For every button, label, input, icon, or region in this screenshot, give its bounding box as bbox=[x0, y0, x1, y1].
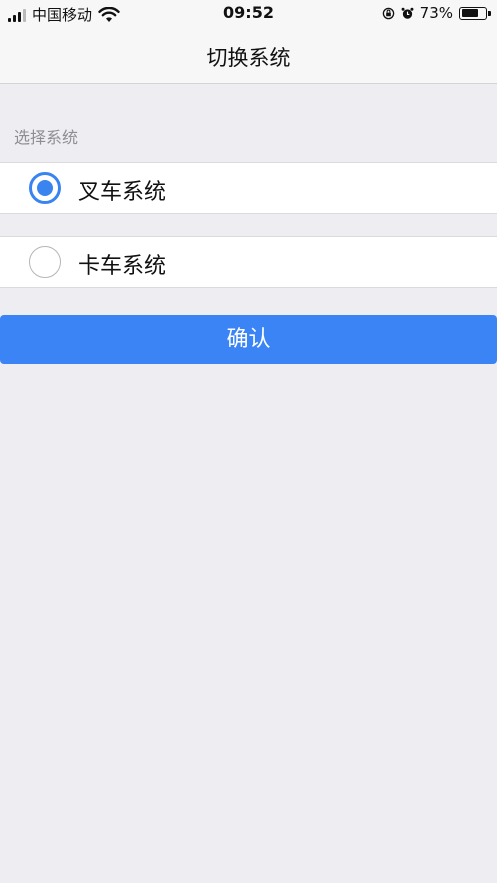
radio-button-icon[interactable] bbox=[29, 172, 61, 204]
option-row-truck[interactable]: 卡车系统 bbox=[0, 236, 497, 288]
battery-percent: 73% bbox=[419, 4, 453, 22]
battery-icon bbox=[459, 6, 491, 20]
status-right: 73% bbox=[382, 4, 491, 22]
orientation-lock-icon bbox=[382, 7, 394, 19]
section-header: 选择系统 bbox=[14, 128, 79, 147]
radio-button-icon[interactable] bbox=[29, 246, 61, 278]
option-row-forklift[interactable]: 叉车系统 bbox=[0, 162, 497, 214]
nav-bar: 切换系统 bbox=[0, 28, 497, 84]
status-bar: 中国移动 09:52 73% bbox=[0, 0, 497, 28]
option-label: 叉车系统 bbox=[78, 180, 167, 205]
page-title: 切换系统 bbox=[206, 46, 291, 70]
option-label: 卡车系统 bbox=[78, 254, 167, 279]
confirm-button[interactable]: 确认 bbox=[0, 315, 497, 364]
alarm-icon bbox=[401, 7, 414, 19]
